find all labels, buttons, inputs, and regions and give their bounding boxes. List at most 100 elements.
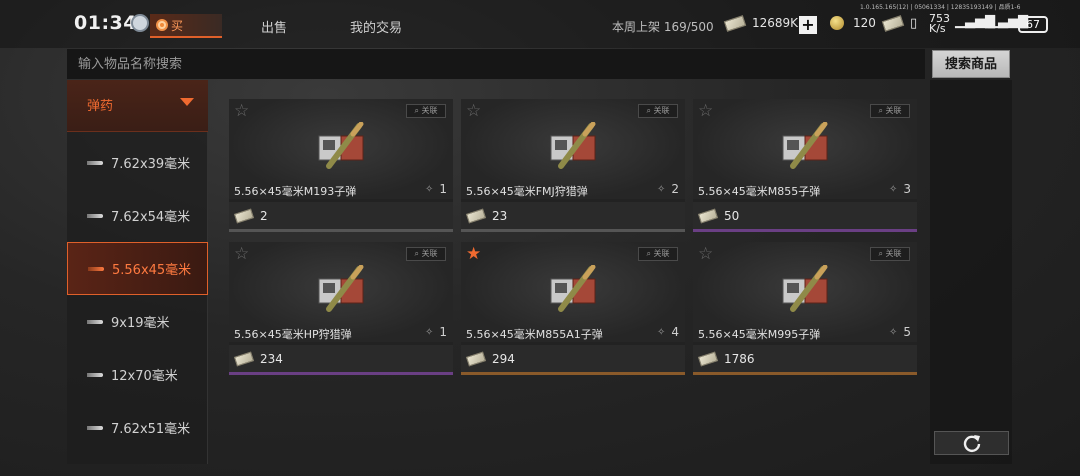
item-price-value: 1786 [724, 351, 755, 366]
rank-icon: ✧ [656, 326, 666, 338]
refresh-button[interactable] [934, 431, 1009, 455]
category-sidebar: 弹药 7.62x39毫米 7.62x54毫米 5.56x45毫米 9x19毫米 … [67, 80, 208, 464]
related-label: 关联 [885, 106, 902, 115]
item-name: 5.56×45毫米M855A1子弹 [466, 328, 603, 341]
item-card[interactable]: ☆ ⌕ 关联 5.56×45毫米M855子弹 ✧ 3 50 [693, 99, 917, 232]
related-button[interactable]: ⌕ 关联 [638, 247, 678, 261]
favorite-star-icon[interactable]: ☆ [698, 246, 713, 263]
buy-icon [156, 19, 168, 31]
item-name: 5.56×45毫米M855子弹 [698, 185, 821, 198]
related-label: 关联 [653, 249, 670, 258]
item-card[interactable]: ☆ ⌕ 关联 5.56×45毫米M193子弹 ✧ 1 2 [229, 99, 453, 232]
money-balance: 12689K [723, 14, 799, 32]
search-input[interactable] [67, 49, 925, 79]
sidebar-item-label: 5.56x45毫米 [112, 263, 192, 278]
related-button[interactable]: ⌕ 关联 [406, 247, 446, 261]
item-price-value: 23 [492, 208, 508, 223]
item-card[interactable]: ☆ ⌕ 关联 5.56×45毫米M995子弹 ✧ 5 1786 [693, 242, 917, 375]
sidebar-item-label: 7.62x39毫米 [111, 157, 191, 172]
chevron-down-icon [180, 98, 194, 106]
item-price: 2 [229, 202, 453, 229]
item-rank-value: 3 [903, 182, 911, 196]
tab-my-trades[interactable]: 我的交易 [350, 17, 402, 36]
item-rank: ✧ 3 [889, 182, 911, 196]
sidebar-item-label: 9x19毫米 [111, 316, 170, 331]
top-bar: 1.0.165.165(12) | 05061334 | 12835193149… [0, 0, 1080, 48]
rank-icon: ✧ [888, 326, 898, 338]
related-label: 关联 [885, 249, 902, 258]
favorite-star-icon[interactable]: ☆ [698, 103, 713, 120]
item-rank: ✧ 1 [425, 182, 447, 196]
item-price-value: 50 [724, 208, 740, 223]
sidebar-item-7.62x39[interactable]: 7.62x39毫米 [67, 136, 208, 189]
sidebar-item-label: 7.62x54毫米 [111, 210, 191, 225]
item-card[interactable]: ☆ ⌕ 关联 5.56×45毫米HP狩猎弹 ✧ 1 234 [229, 242, 453, 375]
related-button[interactable]: ⌕ 关联 [638, 104, 678, 118]
money-icon [233, 207, 255, 224]
related-label: 关联 [421, 106, 438, 115]
favorite-star-icon[interactable]: ☆ [466, 103, 481, 120]
bullet-icon [87, 213, 103, 218]
net-speed: 753 K/s [929, 13, 950, 35]
bullet-icon [87, 372, 103, 377]
search-bar [67, 49, 925, 79]
tab-sell[interactable]: 出售 [261, 17, 287, 36]
sidebar-item-5.56x45[interactable]: 5.56x45毫米 [67, 242, 208, 295]
ammo-box-icon [782, 122, 828, 169]
sidebar-item-12x70[interactable]: 12x70毫米 [67, 348, 208, 401]
rank-icon: ✧ [656, 183, 666, 195]
add-currency-button[interactable]: + [799, 16, 817, 34]
item-price: 1786 [693, 345, 917, 372]
sidebar-item-7.62x54[interactable]: 7.62x54毫米 [67, 189, 208, 242]
related-button[interactable]: ⌕ 关联 [870, 247, 910, 261]
favorite-star-icon[interactable]: ☆ [234, 103, 249, 120]
ammo-box-icon [782, 265, 828, 312]
item-rank-value: 1 [439, 182, 447, 196]
refresh-icon [963, 435, 980, 453]
item-rank-value: 4 [671, 325, 679, 339]
item-name: 5.56×45毫米M995子弹 [698, 328, 821, 341]
coin-icon [830, 16, 844, 30]
ticket-icon [881, 15, 905, 32]
item-rank-value: 5 [903, 325, 911, 339]
rank-icon: ✧ [888, 183, 898, 195]
bullet-icon [88, 266, 104, 271]
item-name: 5.56×45毫米M193子弹 [234, 185, 357, 198]
item-card[interactable]: ☆ ⌕ 关联 5.56×45毫米FMJ狩猎弹 ✧ 2 23 [461, 99, 685, 232]
money-icon [465, 350, 487, 367]
item-rank: ✧ 5 [889, 325, 911, 339]
weekly-count: 169/500 [663, 20, 714, 34]
money-icon [697, 207, 719, 224]
category-dropdown[interactable]: 弹药 [67, 80, 208, 132]
status-icons: ▯ [881, 15, 917, 32]
bullet-icon [87, 319, 103, 324]
related-button[interactable]: ⌕ 关联 [870, 104, 910, 118]
favorite-star-icon[interactable]: ☆ [234, 246, 249, 263]
clock: 01:34 [74, 12, 137, 34]
ammo-box-icon [318, 265, 364, 312]
side-panel [930, 80, 1012, 464]
ammo-box-icon [318, 122, 364, 169]
battery-icon: 67 [1018, 16, 1048, 33]
favorite-star-icon[interactable]: ★ [466, 246, 481, 263]
item-price-value: 294 [492, 351, 515, 366]
sidebar-item-7.62x51[interactable]: 7.62x51毫米 [67, 401, 208, 454]
money-icon [233, 350, 255, 367]
money-amount: 12689K [752, 16, 799, 30]
item-price-value: 2 [260, 208, 268, 223]
item-card[interactable]: ★ ⌕ 关联 5.56×45毫米M855A1子弹 ✧ 4 294 [461, 242, 685, 375]
tab-buy[interactable]: 买 [150, 14, 222, 38]
search-button[interactable]: 搜索商品 [932, 50, 1010, 78]
category-label: 弹药 [87, 99, 114, 114]
item-price-value: 234 [260, 351, 283, 366]
related-label: 关联 [421, 249, 438, 258]
weekly-label: 本周上架 [612, 20, 661, 34]
rank-icon: ✧ [424, 326, 434, 338]
related-button[interactable]: ⌕ 关联 [406, 104, 446, 118]
avatar-icon[interactable] [131, 14, 149, 32]
rank-icon: ✧ [424, 183, 434, 195]
net-speed-unit: K/s [929, 22, 946, 35]
sidebar-item-9x19[interactable]: 9x19毫米 [67, 295, 208, 348]
build-info: 1.0.165.165(12) | 05061334 | 12835193149… [860, 4, 1021, 11]
item-price: 23 [461, 202, 685, 229]
